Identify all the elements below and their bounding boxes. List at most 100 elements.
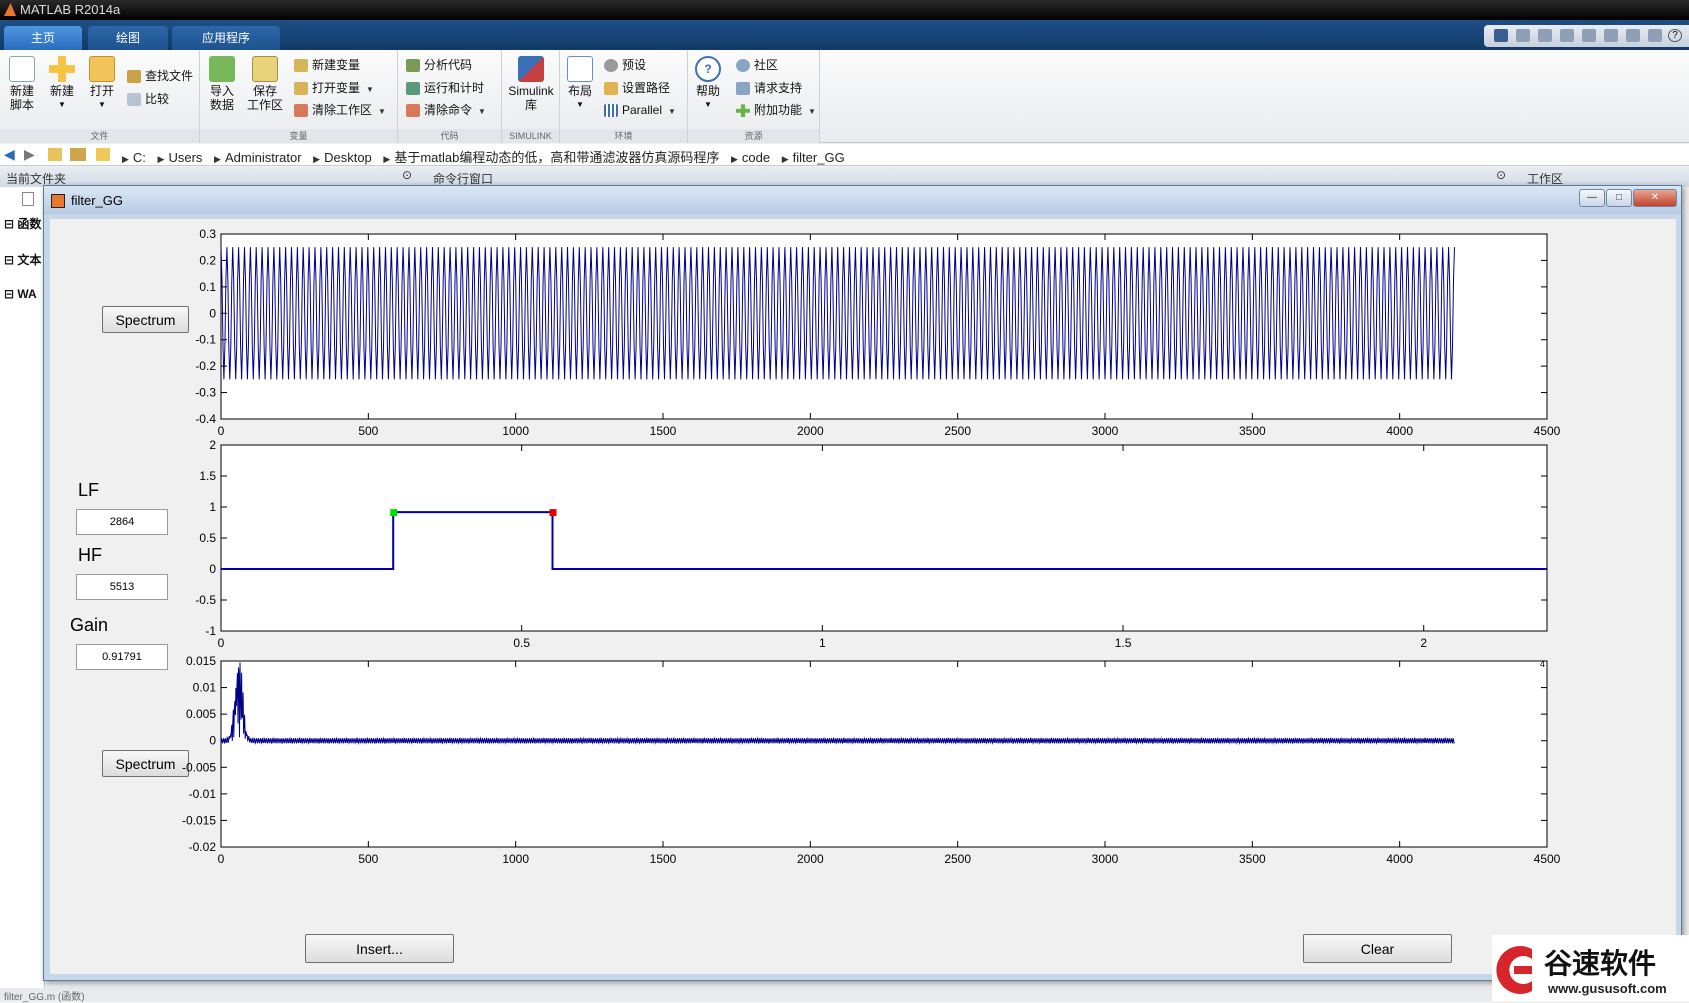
community-button[interactable]: 社区 [736, 56, 778, 74]
save-icon[interactable] [1516, 29, 1530, 42]
address-bar: ◀ ▶ ▶ C: ▶ Users ▶ Administrator ▶ Desktop ▶… [0, 144, 1689, 166]
browse-folder-icon[interactable] [70, 148, 86, 161]
figure-title-bar: filter_GG — □ ✕ [44, 186, 1681, 214]
x-tick-label: 0 [218, 636, 225, 650]
forward-icon[interactable]: ▶ [24, 146, 35, 163]
x-tick-label: 3500 [1239, 852, 1266, 866]
y-tick-label: -0.1 [195, 333, 216, 347]
command-window-menu-icon[interactable]: ⊙ [1496, 168, 1506, 182]
tab-home[interactable]: 主页 [4, 26, 82, 50]
open-button[interactable]: 打开 ▼ [86, 56, 118, 112]
save-workspace-button[interactable]: 保存 工作区 [244, 56, 286, 112]
layout-button[interactable]: 布局 ▼ [564, 56, 596, 112]
breadcrumb-item[interactable]: C: [133, 150, 146, 165]
open-variable-label: 打开变量 [312, 81, 361, 95]
y-tick-label: 0.3 [199, 227, 216, 241]
community-label: 社区 [754, 58, 779, 72]
help-button[interactable]: ? 帮助 ▼ [692, 56, 724, 112]
gear-icon [604, 59, 618, 73]
breadcrumb-item[interactable]: 基于matlab编程动态的低，高和带通滤波器仿真源码程序 [394, 150, 719, 165]
compare-icon [127, 93, 141, 107]
x-exponent-label: 4 [1540, 659, 1545, 669]
maximize-button[interactable]: □ [1606, 189, 1632, 207]
clear-commands-label: 清除命令 [424, 103, 473, 117]
copy-icon[interactable] [1560, 29, 1574, 42]
tree-item-text[interactable]: ⊟ 文本 [4, 251, 41, 268]
tree-item-wa[interactable]: ⊟ WA [4, 287, 37, 301]
breadcrumb-item[interactable]: code [742, 150, 770, 165]
current-folder-menu-icon[interactable]: ⊙ [402, 168, 412, 182]
open-variable-button[interactable]: 打开变量 ▼ [294, 79, 374, 97]
y-tick-label: 2 [209, 438, 216, 452]
y-tick-label: 1.5 [199, 469, 216, 483]
y-tick-label: -0.02 [189, 840, 217, 854]
import-icon [209, 56, 235, 82]
search-docs-icon[interactable] [1494, 29, 1508, 42]
folder-icon [89, 56, 115, 82]
new-label: 新建 [49, 84, 74, 98]
x-tick-label: 2500 [944, 852, 971, 866]
axes-box [220, 660, 1548, 848]
parallel-button[interactable]: Parallel ▼ [604, 101, 676, 119]
run-and-time-button[interactable]: 运行和计时 [406, 79, 484, 97]
x-tick-label: 4500 [1534, 424, 1561, 438]
back-icon[interactable]: ◀ [4, 146, 15, 163]
tree-item-functions[interactable]: ⊟ 函数 [4, 215, 41, 232]
current-folder-panel: ⊟ 函数 ⊟ 文本 ⊟ WA [0, 187, 45, 1001]
watermark-url: www.gususoft.com [1547, 981, 1667, 996]
x-tick-label: 500 [358, 424, 378, 438]
breadcrumb-item[interactable]: Desktop [324, 150, 372, 165]
matlab-logo-icon [4, 3, 16, 16]
request-support-label: 请求支持 [754, 81, 803, 95]
code-group-label: 代码 [398, 129, 501, 143]
new-script-button[interactable]: 新建 脚本 [6, 56, 38, 112]
parallel-icon [604, 104, 618, 118]
clear-workspace-button[interactable]: 清除工作区 ▼ [294, 101, 386, 119]
new-button[interactable]: 新建 ▼ [46, 56, 78, 112]
breadcrumb-item[interactable]: filter_GG [793, 150, 845, 165]
help-icon[interactable]: ? [1668, 29, 1682, 42]
switch-windows-icon[interactable] [1648, 29, 1662, 42]
breadcrumb-item[interactable]: Administrator [225, 150, 302, 165]
new-dropdown-icon: ▼ [58, 100, 66, 109]
redo-icon[interactable] [1626, 29, 1640, 42]
clear-commands-button[interactable]: 清除命令 ▼ [406, 101, 486, 119]
close-button[interactable]: ✕ [1633, 189, 1677, 207]
parallel-dropdown-icon: ▼ [668, 107, 676, 116]
figure-title: filter_GG [71, 193, 124, 208]
tab-apps[interactable]: 应用程序 [172, 26, 280, 50]
environment-group: 布局 ▼ 预设 设置路径 Parallel ▼ 环境 [560, 50, 688, 143]
simulink-label-1: Simulink [508, 84, 554, 98]
find-files-button[interactable]: 查找文件 [127, 67, 193, 85]
find-files-icon [127, 70, 141, 84]
paste-icon[interactable] [1582, 29, 1596, 42]
x-tick-label: 2000 [797, 852, 824, 866]
y-tick-label: -0.01 [189, 787, 217, 801]
breadcrumb-item[interactable]: Users [168, 150, 202, 165]
help-label: 帮助 [695, 84, 720, 98]
tab-plots[interactable]: 绘图 [88, 26, 168, 50]
x-tick-label: 4000 [1386, 424, 1413, 438]
compare-button[interactable]: 比较 [127, 90, 169, 108]
help-dropdown-icon: ▼ [704, 100, 712, 109]
x-tick-label: 0 [218, 852, 225, 866]
title-bar: MATLAB R2014a [0, 0, 1689, 20]
new-variable-button[interactable]: 新建变量 [294, 56, 360, 74]
import-data-button[interactable]: 导入 数据 [206, 56, 238, 112]
add-ons-button[interactable]: 附加功能 ▼ [736, 101, 816, 119]
preferences-button[interactable]: 预设 [604, 56, 646, 74]
undo-icon[interactable] [1604, 29, 1618, 42]
open-label: 打开 [89, 84, 114, 98]
panel-header-row: 当前文件夹 ⊙ 命令行窗口 ⊙ 工作区 [0, 167, 1689, 187]
request-support-button[interactable]: 请求支持 [736, 79, 802, 97]
environment-group-label: 环境 [560, 129, 687, 143]
up-folder-icon[interactable] [48, 148, 62, 161]
minimize-button[interactable]: — [1579, 189, 1605, 207]
import-label-2: 数据 [209, 98, 234, 112]
y-tick-label: -0.2 [195, 359, 216, 373]
x-tick-label: 1500 [650, 424, 677, 438]
simulink-library-button[interactable]: Simulink 库 [506, 56, 556, 112]
set-path-button[interactable]: 设置路径 [604, 79, 670, 97]
analyze-code-button[interactable]: 分析代码 [406, 56, 472, 74]
cut-icon[interactable] [1538, 29, 1552, 42]
